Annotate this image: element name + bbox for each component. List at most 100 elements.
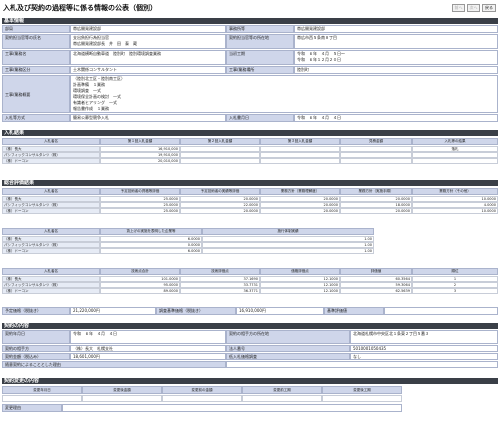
score-value: 20.0000 [180, 208, 260, 214]
value-partner-address: 北海道札幌市中央区北１条東２丁目５番３ [350, 330, 498, 344]
value-survey-price: 16,910,000円 [236, 307, 324, 315]
value-base-eval [384, 307, 498, 315]
section-basic-header: 基本情報 [2, 18, 498, 24]
change-empty-row [2, 395, 402, 402]
score-value: 36.3771 [180, 288, 260, 294]
label-officer-address: 契約担当官等の所在地 [226, 34, 294, 49]
value-bureau: 帯広開発建設部 [70, 25, 226, 33]
rank-value: 3 [412, 288, 498, 294]
change-col-new-period: 変更後工期 [322, 386, 402, 394]
value-bid-method: 簡易公募型競争入札 [70, 114, 226, 122]
value-period: 令和 ６年 ４月 ５日～ 令和 ６年１２月２０日 [294, 50, 498, 65]
value-officer-address: 帯広市西５条南８丁目 [294, 34, 498, 49]
score-value: 6.0000 [100, 248, 202, 254]
bid-amount [180, 158, 260, 164]
value-work-summary: （陸別北工区・陸別南工区） 計画準備 １業務 環境調査 一式 環境保全計画の検討… [70, 75, 498, 113]
score3-col-price-eval: 価格評価点 [260, 268, 340, 275]
bid-col-round2: 第２回入札金額 [180, 138, 260, 145]
table-row: （株）ドーコン 20,010,000 [2, 158, 498, 164]
value-corp-number: 5010001050435 [350, 345, 498, 352]
value-work-type: 土木関係コンサルタント [70, 66, 226, 74]
label-work-name: 工事/業務名 [2, 50, 70, 65]
label-work-type: 工事/業務区分 [2, 66, 70, 74]
label-low-bid-survey: 低入札価格調査 [226, 353, 350, 360]
score2-col-wage: 賃上げの実施を表明した企業等 [100, 228, 202, 235]
label-contract-date: 契約年月日 [2, 330, 70, 344]
score-value: 62.5639 [340, 288, 412, 294]
bid-col-estimate: 見積金額 [340, 138, 412, 145]
bid-col-result: 入札等の結果 [412, 138, 498, 145]
label-partner: 契約の相手方 [2, 345, 70, 352]
value-contract-amount: 18,601,000円 [70, 353, 226, 360]
label-corp-number: 法人番号 [226, 345, 350, 352]
value-bid-date: 令和 ６年 ４月 ４日 [294, 114, 498, 122]
value-negotiated-reason [226, 361, 498, 368]
score3-col-tech-total: 技術点合計 [100, 268, 180, 275]
label-partner-address: 契約の相手方の所在地 [226, 330, 350, 344]
section-score-header: 総合評価結果 [2, 180, 498, 186]
table-row: （株）ドーコン 25.0000 20.0000 20.0000 20.0000 … [2, 208, 498, 214]
value-office: 帯広開発建設部 [294, 25, 498, 33]
score2-col-system: 施行体制実績 [202, 228, 374, 235]
value-low-bid-survey: なし [350, 353, 498, 360]
score3-col-rank: 順位 [412, 268, 498, 275]
score3-col-tech-eval: 技術評価点 [180, 268, 260, 275]
section-contract-header: 契約の内容 [2, 323, 498, 329]
back-button[interactable]: 戻る [482, 4, 496, 12]
label-office: 事務所等 [226, 25, 294, 33]
change-col-old-amount: 変更前の金額 [162, 386, 242, 394]
label-survey-price: 調査基準価格（税抜き） [156, 307, 236, 315]
bid-amount [260, 158, 340, 164]
bid-col-round1: 第１回入札金額 [100, 138, 180, 145]
score2-col-name: 入札者名 [2, 228, 100, 235]
score-value: 10.0000 [412, 208, 498, 214]
score-value: 20.0000 [260, 208, 340, 214]
label-change-reason: 変更理由 [2, 404, 62, 412]
value-change-reason [62, 404, 402, 412]
bidder-name: （株）ドーコン [2, 158, 100, 164]
score-col-policy2: 業務方針（実施手順） [340, 188, 412, 195]
table-row: （株）ドーコン 89.0000 36.3771 12.1000 62.5639 … [2, 288, 498, 294]
section-change-header: 契約変更の内容 [2, 378, 498, 384]
label-planned-price: 予定価格（税抜き） [2, 307, 70, 315]
bid-amount: 20,010,000 [100, 158, 180, 164]
label-bureau: 部局 [2, 25, 70, 33]
section-bid-header: 入札結果 [2, 130, 498, 136]
label-negotiated-reason: 随意契約によることとした理由 [2, 361, 226, 368]
value-officer: 支出負担行為担当官 帯広開発建設部長 井 田 泰 蔵 [70, 34, 226, 49]
change-col-old-period: 変更前工期 [242, 386, 322, 394]
value-contract-date: 令和 ６年 ４月 ４日 [70, 330, 226, 344]
score-value: 1.00 [202, 248, 374, 254]
score-value: 20.0000 [340, 208, 412, 214]
estimate-amount [340, 158, 412, 164]
page-title: 入札及び契約の過程等に係る情報の公表（個別） [3, 4, 157, 12]
label-bid-method: 入札等方式 [2, 114, 70, 122]
label-bid-date: 入札書月日 [226, 114, 294, 122]
score3-col-eval: 評価値 [340, 268, 412, 275]
score-value: 25.0000 [100, 208, 180, 214]
score-col-record: 予定技術者の実績等評価 [180, 188, 260, 195]
score3-col-name: 入札者名 [2, 268, 100, 275]
score-value: 89.0000 [100, 288, 180, 294]
score-col-policy3: 業務方針（その他） [412, 188, 498, 195]
bid-col-name: 入札者名 [2, 138, 100, 145]
next-button[interactable]: 次へ [467, 4, 480, 12]
table-row: （株）ドーコン 6.0000 1.00 [2, 248, 374, 254]
bidder-name: （株）ドーコン [2, 208, 100, 214]
value-work-place: 陸別町 [294, 66, 498, 74]
value-work-name: 北海道横断自動車道 陸別町 陸別環境調査業務 [70, 50, 226, 65]
label-base-eval: 基準評価値 [324, 307, 384, 315]
label-contract-amount: 契約金額（税込み） [2, 353, 70, 360]
score-value: 12.1000 [260, 288, 340, 294]
prev-button[interactable]: 前へ [452, 4, 465, 12]
label-work-place: 工事/業務場所 [226, 66, 294, 74]
value-planned-price: 21,220,000円 [70, 307, 156, 315]
score-col-qual: 予定技術者の資格等評価 [100, 188, 180, 195]
label-work-summary: 工事/業務概要 [2, 75, 70, 113]
label-period: 当初工期 [226, 50, 294, 65]
score-col-policy1: 業務方針（業務理解度） [260, 188, 340, 195]
change-col-new-amount: 変更後金額 [82, 386, 162, 394]
bid-col-round3: 第３回入札金額 [260, 138, 340, 145]
change-col-date: 変更年月日 [2, 386, 82, 394]
score-col-name: 入札者名 [2, 188, 100, 195]
